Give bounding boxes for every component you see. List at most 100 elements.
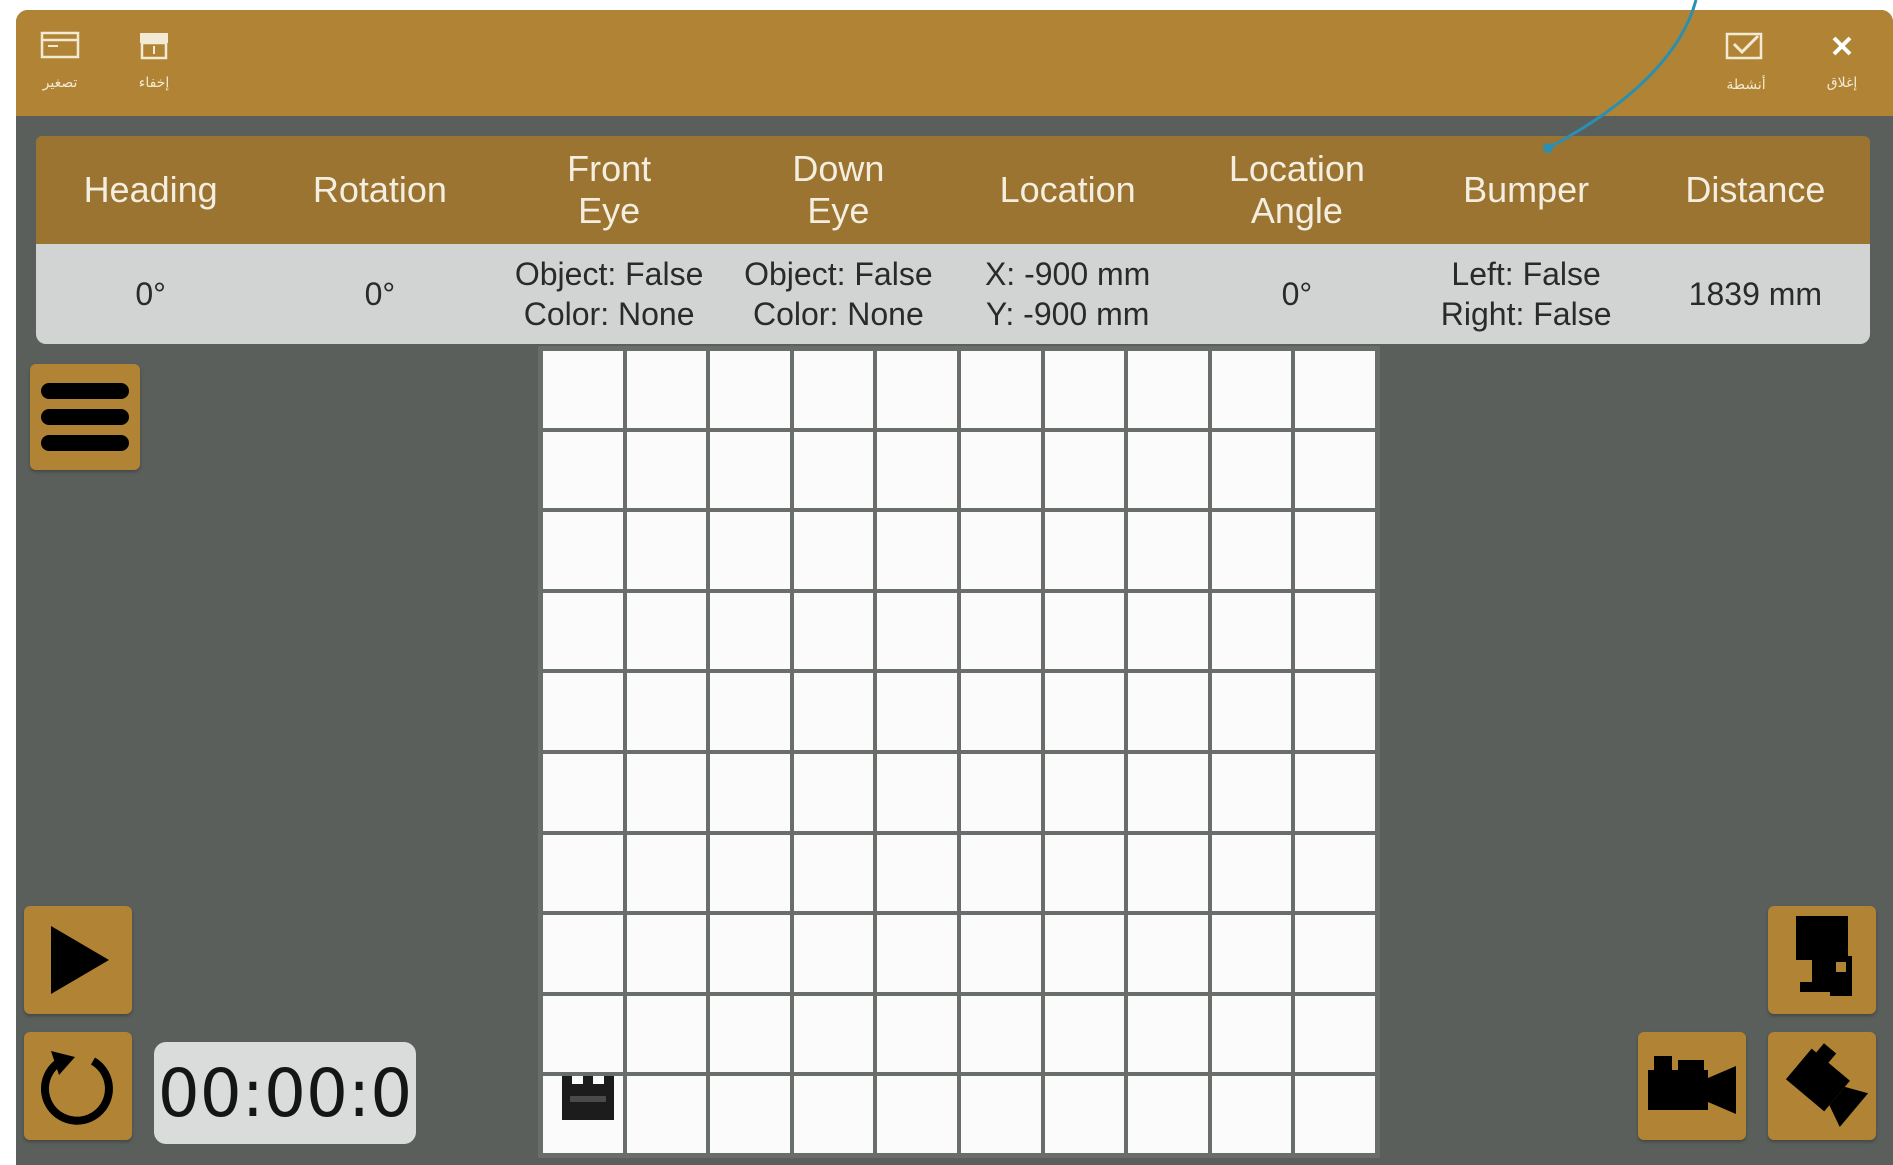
grid-cell[interactable] [1128,351,1208,428]
grid-cell[interactable] [1295,512,1375,589]
grid-cell[interactable] [1128,673,1208,750]
grid-cell[interactable] [543,834,623,912]
reset-button[interactable] [24,1032,132,1140]
grid-cell[interactable] [710,753,790,831]
grid-cell[interactable] [1044,1076,1125,1153]
grid-cell[interactable] [1295,753,1375,831]
arena-grid[interactable] [538,346,1380,1158]
grid-cell[interactable] [1128,834,1208,912]
activities-button[interactable]: أنشطة [1716,30,1776,102]
grid-cell[interactable] [543,915,623,992]
grid-cell[interactable] [1128,1076,1208,1153]
grid-cell[interactable] [1128,753,1208,831]
grid-cell[interactable] [710,351,790,428]
minimize-button[interactable]: تصغير [30,30,90,102]
grid-cell[interactable] [1295,915,1375,992]
grid-cell[interactable] [1211,753,1292,831]
grid-cell[interactable] [960,512,1041,589]
grid-cell[interactable] [1211,915,1292,992]
grid-cell[interactable] [1211,834,1292,912]
grid-cell[interactable] [1211,995,1292,1073]
grid-cell[interactable] [1044,834,1125,912]
grid-cell[interactable] [960,1076,1041,1153]
grid-cell[interactable] [1128,431,1208,509]
grid-cell[interactable] [1044,673,1125,750]
grid-cell[interactable] [877,915,957,992]
grid-cell[interactable] [793,592,874,670]
grid-cell[interactable] [877,753,957,831]
grid-cell[interactable] [877,512,957,589]
grid-cell[interactable] [626,592,707,670]
grid-cell[interactable] [543,673,623,750]
grid-cell[interactable] [1295,592,1375,670]
grid-cell[interactable] [1211,431,1292,509]
grid-cell[interactable] [710,834,790,912]
grid-cell[interactable] [1295,673,1375,750]
grid-cell[interactable] [626,351,707,428]
grid-cell[interactable] [1128,592,1208,670]
grid-cell[interactable] [960,753,1041,831]
grid-cell[interactable] [1044,915,1125,992]
grid-cell[interactable] [793,753,874,831]
grid-cell[interactable] [877,592,957,670]
grid-cell[interactable] [626,1076,707,1153]
grid-cell[interactable] [1211,351,1292,428]
grid-cell[interactable] [877,834,957,912]
grid-cell[interactable] [793,351,874,428]
grid-cell[interactable] [1295,351,1375,428]
play-button[interactable] [24,906,132,1014]
hide-button[interactable]: إخفاء [124,30,184,102]
grid-cell[interactable] [877,995,957,1073]
grid-cell[interactable] [710,995,790,1073]
grid-cell[interactable] [1211,592,1292,670]
grid-cell[interactable] [1295,431,1375,509]
grid-cell[interactable] [1295,834,1375,912]
grid-cell[interactable] [710,592,790,670]
grid-cell[interactable] [626,512,707,589]
grid-cell[interactable] [877,351,957,428]
grid-cell[interactable] [960,673,1041,750]
grid-cell[interactable] [793,431,874,509]
grid-cell[interactable] [626,915,707,992]
grid-cell[interactable] [1128,995,1208,1073]
grid-cell[interactable] [543,753,623,831]
grid-cell[interactable] [543,351,623,428]
grid-cell[interactable] [626,995,707,1073]
follow-camera-button[interactable] [1638,1032,1746,1140]
grid-cell[interactable] [793,673,874,750]
grid-cell[interactable] [710,673,790,750]
top-view-camera-button[interactable] [1768,906,1876,1014]
grid-cell[interactable] [1044,512,1125,589]
grid-cell[interactable] [1211,512,1292,589]
robot-icon[interactable] [556,1070,620,1126]
menu-button[interactable] [30,364,140,470]
grid-cell[interactable] [877,673,957,750]
grid-cell[interactable] [793,834,874,912]
grid-cell[interactable] [710,431,790,509]
grid-cell[interactable] [1128,915,1208,992]
grid-cell[interactable] [1128,512,1208,589]
grid-cell[interactable] [1211,673,1292,750]
grid-cell[interactable] [626,753,707,831]
grid-cell[interactable] [626,431,707,509]
grid-cell[interactable] [1044,753,1125,831]
grid-cell[interactable] [960,351,1041,428]
grid-cell[interactable] [793,995,874,1073]
grid-cell[interactable] [960,834,1041,912]
grid-cell[interactable] [543,512,623,589]
close-button[interactable]: إغلاق [1812,30,1872,102]
grid-cell[interactable] [793,915,874,992]
grid-cell[interactable] [1295,995,1375,1073]
grid-cell[interactable] [877,431,957,509]
grid-cell[interactable] [543,592,623,670]
grid-cell[interactable] [710,512,790,589]
grid-cell[interactable] [1295,1076,1375,1153]
grid-cell[interactable] [1044,995,1125,1073]
grid-cell[interactable] [710,915,790,992]
grid-cell[interactable] [710,1076,790,1153]
grid-cell[interactable] [960,431,1041,509]
grid-cell[interactable] [793,1076,874,1153]
grid-cell[interactable] [1044,351,1125,428]
grid-cell[interactable] [1044,431,1125,509]
grid-cell[interactable] [960,995,1041,1073]
